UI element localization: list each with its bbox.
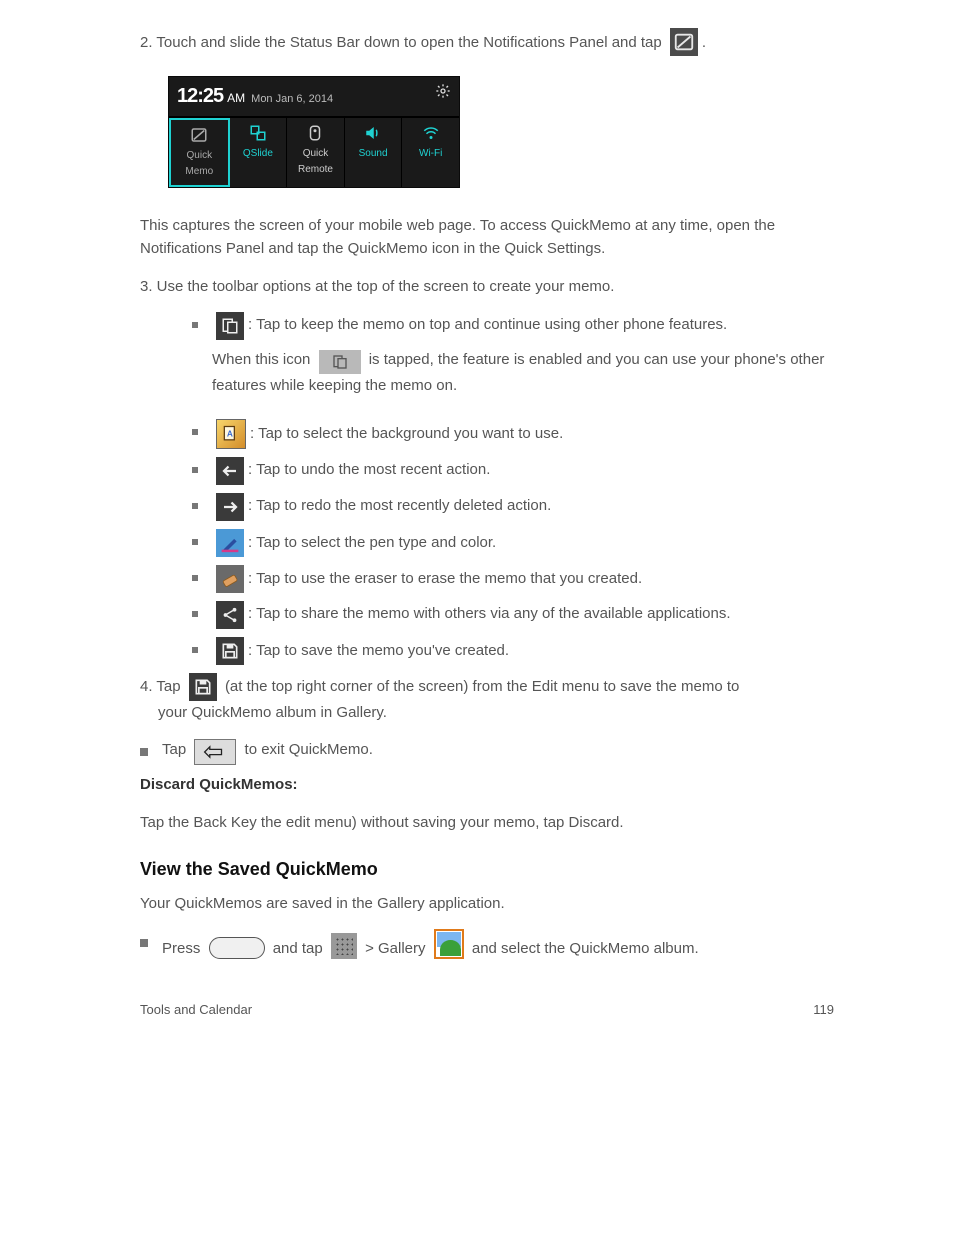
instruction-2-text: 2. Touch and slide the Status Bar down t… [140,34,666,51]
bullet-icon [192,611,198,617]
undo-text: : Tap to undo the most recent action. [248,461,490,478]
bullet-icon [192,429,198,435]
redo-text: : Tap to redo the most recently deleted … [248,497,551,514]
background-text: : Tap to select the background you want … [250,425,563,442]
instruction-2b: This captures the screen of your mobile … [140,214,854,261]
page-footer: Tools and Calendar 119 [140,1000,854,1020]
pen-text: : Tap to select the pen type and color. [248,534,496,551]
svg-text:A: A [227,429,233,439]
bullet-icon [140,748,148,756]
view-saved-text: Your QuickMemos are saved in the Gallery… [140,892,854,915]
instruction-4: 4. Tap (at the top right corner of the s… [140,673,854,724]
notifications-panel-screenshot: 12:25 AM Mon Jan 6, 2014 Quick Memo QSli… [168,76,460,188]
undo-icon [216,457,244,485]
status-time: 12:25 [177,81,223,112]
quickmemo-icon [670,28,698,56]
toggle-quick-remote: Quick Remote [287,118,345,187]
discard-heading: Discard QuickMemos: [140,773,854,796]
toggle-quickmemo: Quick Memo [169,118,230,187]
instruction-2: 2. Touch and slide the Status Bar down t… [140,28,854,56]
save-icon [189,673,217,701]
footer-section: Tools and Calendar [140,1000,252,1020]
toggle-sound: Sound [345,118,403,187]
eraser-text: : Tap to use the eraser to erase the mem… [248,570,642,587]
background-picker-icon: A [216,419,246,449]
bullet-icon [192,575,198,581]
share-text: : Tap to share the memo with others via … [248,605,731,622]
footer-page-number: 119 [813,1000,834,1020]
toggle-wifi: Wi-Fi [402,118,459,187]
back-key-icon [194,739,236,765]
status-date: Mon Jan 6, 2014 [251,91,333,108]
settings-gear-icon [435,83,451,106]
share-icon [216,601,244,629]
redo-icon [216,493,244,521]
bullet-icon [192,322,198,328]
overlay-text: : Tap to keep the memo on top and contin… [248,316,727,333]
bullet-icon [140,939,148,947]
status-ampm: AM [227,89,245,108]
status-bar: 12:25 AM Mon Jan 6, 2014 [169,77,459,116]
gallery-icon [434,929,464,959]
overlay-enabled-icon [319,350,361,374]
home-key-icon [209,937,265,959]
overlay-icon [216,312,244,340]
apps-grid-icon [331,933,357,959]
pen-icon [216,529,244,557]
bullet-icon [192,467,198,473]
save-text: : Tap to save the memo you've created. [248,642,509,659]
save-icon [216,637,244,665]
bullet-icon [192,503,198,509]
quick-settings-row: Quick Memo QSlide Quick Remote Sound Wi-… [169,116,459,187]
bullet-icon [192,539,198,545]
discard-text: Tap the Back Key the edit menu) without … [140,811,854,834]
instruction-3: 3. Use the toolbar options at the top of… [140,275,854,298]
bullet-icon [192,647,198,653]
toggle-qslide: QSlide [230,118,288,187]
eraser-icon [216,565,244,593]
view-saved-heading: View the Saved QuickMemo [140,856,854,884]
